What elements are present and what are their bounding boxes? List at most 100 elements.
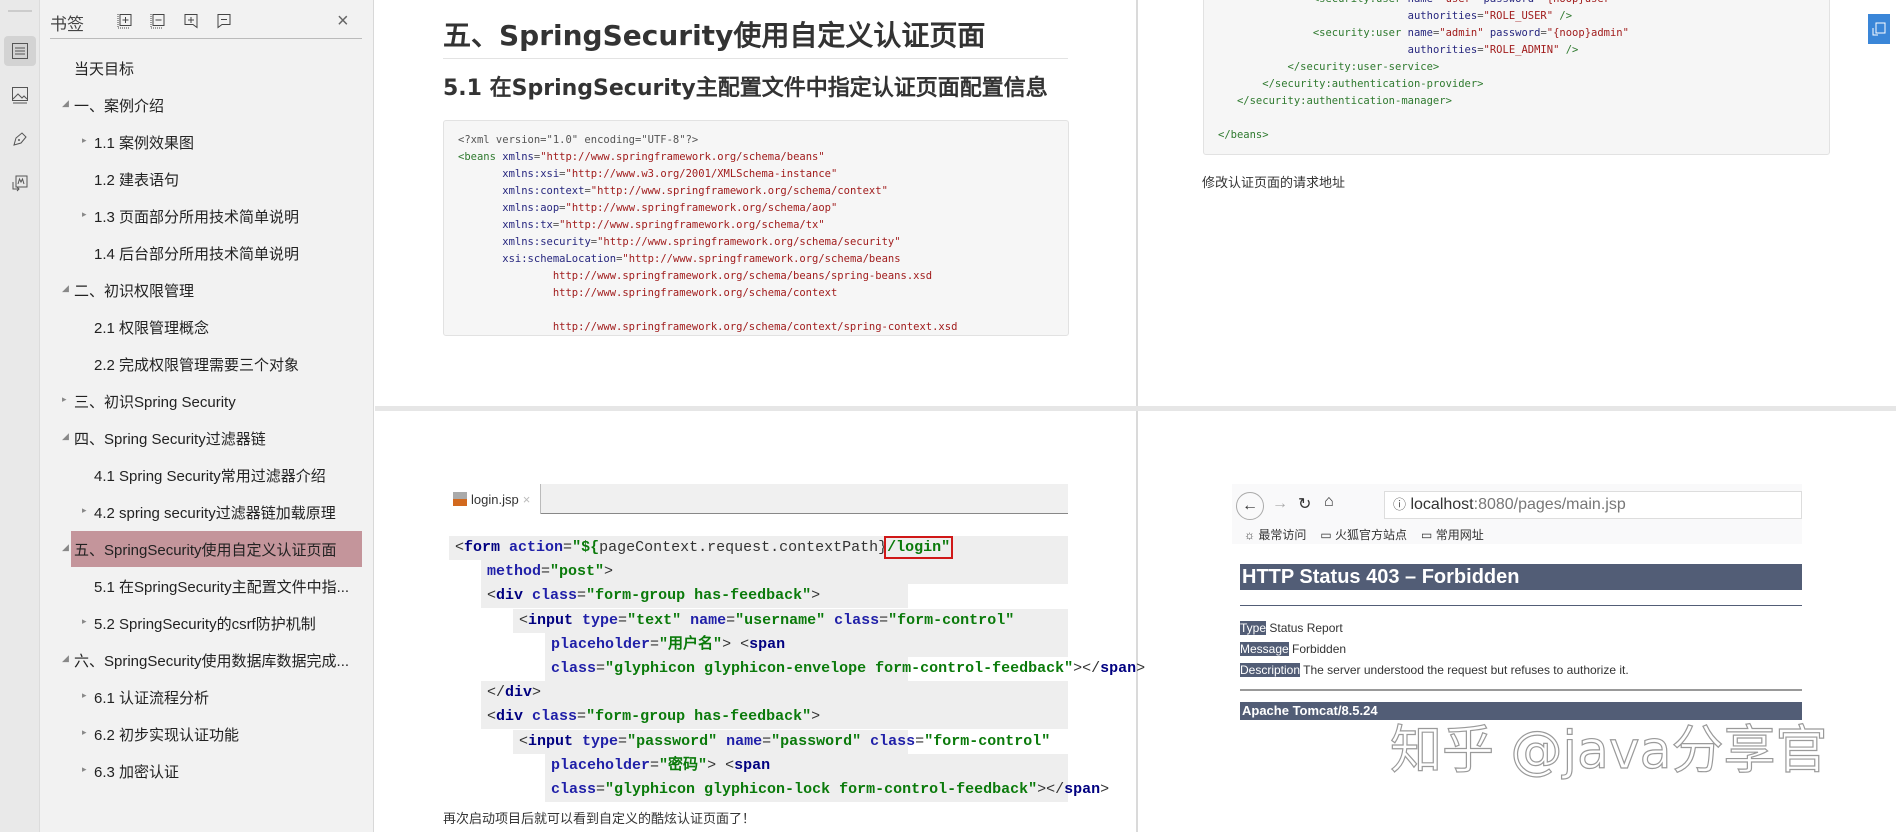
- image-icon[interactable]: [4, 80, 36, 110]
- bookmark-firefox[interactable]: ▭ 火狐官方站点: [1320, 526, 1407, 543]
- code-line: authorities="ROLE_USER" />: [1218, 8, 1629, 25]
- error-title: HTTP Status 403 – Forbidden: [1240, 564, 1802, 590]
- bookmark-item[interactable]: ◢ 六、SpringSecurity使用数据库数据完成...: [40, 642, 374, 678]
- code-token: span: [749, 635, 786, 653]
- bookmark-label: 1.2 建表语句: [94, 172, 180, 189]
- convert-icon[interactable]: [4, 168, 36, 198]
- rail-grip[interactable]: [8, 10, 32, 12]
- expand-arrow-icon[interactable]: ▸: [62, 394, 67, 405]
- convert-icon[interactable]: [1868, 14, 1890, 44]
- bookmark-list-icon[interactable]: [4, 36, 36, 66]
- expand-arrow-icon[interactable]: ▸: [82, 764, 87, 775]
- code-token: "{noop}user": [1540, 0, 1616, 5]
- bookmark-label: 2.1 权限管理概念: [94, 320, 210, 337]
- bookmark-item[interactable]: ◢ 二、初识权限管理: [40, 272, 374, 308]
- collapse-arrow-icon[interactable]: ◢: [62, 653, 69, 664]
- reload-icon[interactable]: ↻: [1298, 494, 1311, 514]
- code-token: <beans: [458, 151, 503, 163]
- bookmark-item[interactable]: ▸ 5.2 SpringSecurity的csrf防护机制: [40, 605, 374, 641]
- code-token: <: [487, 708, 497, 726]
- bookmark-item[interactable]: 5.1 在SpringSecurity主配置文件中指...: [40, 568, 374, 604]
- bookmark-item[interactable]: ▸ 1.3 页面部分所用技术简单说明: [40, 198, 374, 234]
- bookmark-label: 三、初识Spring Security: [74, 394, 236, 411]
- tab-close-icon[interactable]: ×: [523, 492, 531, 507]
- expand-arrow-icon[interactable]: ▸: [82, 727, 87, 738]
- tab-login-jsp[interactable]: login.jsp ×: [443, 484, 542, 514]
- code-token: >: [811, 708, 821, 726]
- code-token: =: [596, 660, 606, 677]
- section-heading: 五、SpringSecurity使用自定义认证页面: [443, 19, 986, 52]
- bookmark-item[interactable]: ▸ 三、初识Spring Security: [40, 383, 374, 419]
- bookmark-item[interactable]: 1.4 后台部分所用技术简单说明: [40, 235, 374, 271]
- code-token: </security:user-service>: [1218, 61, 1440, 73]
- code-text: class="glyphicon glyphicon-envelope form…: [551, 657, 1145, 681]
- bookmark-item[interactable]: ▸ 4.2 spring security过滤器链加载原理: [40, 494, 374, 530]
- home-icon[interactable]: ⌂: [1324, 493, 1334, 511]
- add-bookmark-icon[interactable]: [180, 10, 202, 32]
- bookmark-label: 5.2 SpringSecurity的csrf防护机制: [94, 616, 316, 633]
- bookmark-item[interactable]: ◢ 四、Spring Security过滤器链: [40, 420, 374, 456]
- bookmark-item[interactable]: 2.2 完成权限管理需要三个对象: [40, 346, 374, 382]
- code-token: >: [604, 563, 614, 581]
- code-token: "password": [627, 732, 727, 750]
- code-token: =: [563, 539, 573, 556]
- collapse-arrow-icon[interactable]: ◢: [62, 431, 69, 442]
- close-icon[interactable]: ×: [337, 10, 349, 33]
- collapse-all-icon[interactable]: [147, 10, 169, 32]
- sidebar-icon-rail: [0, 0, 40, 832]
- bookmark-label: 1.1 案例效果图: [94, 135, 195, 152]
- bookmark-common[interactable]: ▭ 常用网址: [1421, 526, 1484, 543]
- code-token: >: [1100, 781, 1110, 798]
- bookmark-item[interactable]: ▸ 6.2 初步实现认证功能: [40, 716, 374, 752]
- code-line: placeholder="用户名"> <span: [443, 632, 1068, 657]
- code-token: password: [1484, 0, 1535, 5]
- code-token: authorities: [1407, 10, 1478, 22]
- paragraph: 再次启动项目后就可以看到自定义的酷炫认证页面了！: [443, 811, 756, 826]
- bookmark-most-visited[interactable]: ☼ 最常访问: [1244, 526, 1306, 543]
- bookmark-item[interactable]: 4.1 Spring Security常用过滤器介绍: [40, 457, 374, 493]
- code-line: <form action="${pageContext.request.cont…: [443, 536, 1068, 560]
- code-token: =: [596, 781, 606, 798]
- expand-arrow-icon[interactable]: ▸: [82, 616, 87, 627]
- bookmark-item[interactable]: ▸ 1.1 案例效果图: [40, 124, 374, 160]
- expand-arrow-icon[interactable]: ▸: [82, 135, 87, 146]
- pen-icon[interactable]: [4, 124, 36, 154]
- code-line: xmlns:xsi="http://www.w3.org/2001/XMLSch…: [458, 166, 957, 183]
- bookmark-item[interactable]: 2.1 权限管理概念: [40, 309, 374, 345]
- detail-label: Message: [1240, 642, 1289, 656]
- bookmark-label: 六、SpringSecurity使用数据库数据完成...: [74, 653, 350, 670]
- forward-icon[interactable]: →: [1272, 495, 1288, 513]
- back-icon[interactable]: ←: [1236, 492, 1264, 520]
- code-token: "http://www.w3.org/2001/XMLSchema-instan…: [565, 168, 838, 180]
- code-token: pageContext.request.contextPath}: [599, 539, 888, 556]
- code-token: "用户名": [659, 635, 723, 653]
- bookmark-item[interactable]: ◢ 一、案例介绍: [40, 87, 374, 123]
- collapse-arrow-icon[interactable]: ◢: [62, 283, 69, 294]
- bookmark-item[interactable]: 1.2 建表语句: [40, 161, 374, 197]
- code-token: "密码": [659, 756, 708, 774]
- bookmark-label: 四、Spring Security过滤器链: [74, 431, 266, 448]
- expand-arrow-icon[interactable]: ▸: [82, 505, 87, 516]
- bookmark-item[interactable]: 当天目标: [40, 50, 374, 86]
- bookmark-item[interactable]: ▸ 6.1 认证流程分析: [40, 679, 374, 715]
- remove-bookmark-icon[interactable]: [213, 10, 235, 32]
- bookmark-item[interactable]: ▸ 6.3 加密认证: [40, 753, 374, 789]
- url-bar[interactable]: ⓘ localhost:8080/pages/main.jsp: [1384, 491, 1802, 519]
- expand-arrow-icon[interactable]: ▸: [82, 690, 87, 701]
- expand-arrow-icon[interactable]: ▸: [82, 209, 87, 220]
- highlighted-login-path: /login": [884, 536, 954, 559]
- code-text: </div>: [487, 681, 541, 705]
- collapse-arrow-icon[interactable]: ◢: [62, 98, 69, 109]
- line-highlight: [481, 681, 1068, 706]
- bookmark-label: 二、初识权限管理: [74, 283, 195, 300]
- bookmark-item[interactable]: ◢ 五、SpringSecurity使用自定义认证页面: [40, 531, 374, 567]
- code-token: password: [1489, 27, 1541, 39]
- code-token: div: [505, 684, 533, 702]
- code-line: authorities="ROLE_ADMIN" />: [1218, 42, 1629, 59]
- expand-all-icon[interactable]: [114, 10, 136, 32]
- code-line: <security:user name="user" password="{no…: [1218, 0, 1629, 8]
- collapse-arrow-icon[interactable]: ◢: [62, 542, 69, 553]
- code-token: ></: [1037, 781, 1065, 798]
- code-token: xsi:schemaLocation: [502, 253, 617, 265]
